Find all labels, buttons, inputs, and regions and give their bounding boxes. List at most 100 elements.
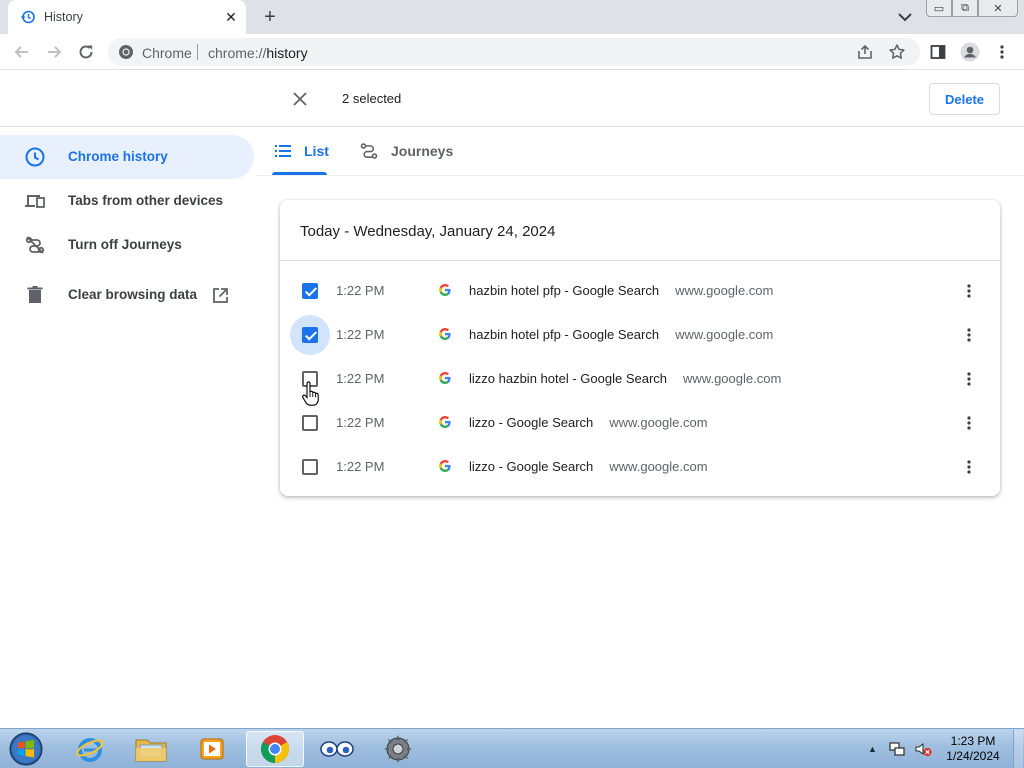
history-entry-link[interactable]: lizzo - Google Search www.google.com — [469, 459, 708, 474]
sidebar-item-chrome-history[interactable]: Chrome history — [0, 135, 254, 179]
selected-count: 2 selected — [342, 91, 402, 106]
entry-title: hazbin hotel pfp - Google Search — [469, 327, 660, 342]
browser-toolbar: Chrome chrome://history — [0, 34, 1024, 70]
card-divider — [280, 260, 1000, 261]
row-actions-button[interactable] — [958, 368, 980, 390]
row-checkbox[interactable] — [302, 415, 318, 431]
sidebar-item-label: Chrome history — [68, 149, 168, 164]
bookmark-star-icon[interactable] — [888, 43, 906, 61]
history-row[interactable]: 1:22 PM hazbin hotel pfp - Google Search… — [280, 313, 1000, 357]
clear-selection-icon[interactable] — [290, 89, 310, 109]
tab-journeys-label: Journeys — [391, 143, 454, 159]
history-entry-link[interactable]: lizzo hazbin hotel - Google Search www.go… — [469, 371, 781, 386]
history-entry-link[interactable]: lizzo - Google Search www.google.com — [469, 415, 708, 430]
google-icon — [439, 459, 451, 473]
new-tab-button[interactable]: + — [258, 6, 282, 28]
omnibox-url[interactable]: chrome://history — [208, 45, 308, 61]
close-tab-icon[interactable]: ✕ — [222, 8, 240, 26]
url-host: history — [266, 45, 308, 61]
system-clock[interactable]: 1:23 PM 1/24/2024 — [942, 734, 1004, 764]
checkbox-wrap[interactable] — [290, 403, 330, 443]
sidebar-item-turn-off-journeys[interactable]: Turn off Journeys — [0, 223, 254, 267]
windows-taskbar: ▲ 1:23 PM 1/24/2024 — [0, 728, 1024, 768]
reload-button[interactable] — [74, 40, 98, 64]
internet-explorer-icon — [76, 738, 104, 762]
window-close-button[interactable]: ✕ — [978, 0, 1018, 17]
history-entry-link[interactable]: hazbin hotel pfp - Google Search www.goog… — [469, 327, 773, 342]
side-panel-button[interactable] — [926, 40, 950, 64]
tab-strip: History ✕ + ▭ ⧉ ✕ — [0, 0, 1024, 34]
url-scheme: chrome:// — [208, 45, 267, 61]
taskbar-chrome[interactable] — [246, 731, 304, 767]
taskbar-settings-app[interactable] — [369, 731, 427, 767]
row-actions-button[interactable] — [958, 324, 980, 346]
selection-toolbar: 2 selected Delete — [0, 71, 1024, 127]
checkbox-wrap[interactable] — [290, 315, 330, 355]
more-vertical-icon — [967, 328, 971, 342]
taskbar-internet-explorer[interactable] — [61, 731, 119, 767]
more-vertical-icon — [1000, 45, 1004, 59]
arrow-left-icon — [14, 46, 28, 58]
more-vertical-icon — [967, 284, 971, 298]
row-checkbox[interactable] — [302, 327, 318, 343]
address-bar[interactable]: Chrome chrome://history — [108, 38, 920, 66]
eyes-icon — [320, 741, 354, 757]
chevron-down-icon[interactable] — [895, 8, 915, 26]
sidebar-item-clear-browsing-data[interactable]: Clear browsing data — [0, 273, 254, 317]
taskbar-eyes-app[interactable] — [308, 731, 366, 767]
arrow-right-icon — [48, 46, 62, 58]
entry-domain: www.google.com — [675, 283, 774, 298]
history-row[interactable]: 1:22 PM lizzo - Google Search www.google.… — [280, 445, 1000, 489]
menu-button[interactable] — [990, 40, 1014, 64]
google-icon — [439, 415, 451, 429]
network-icon[interactable] — [888, 740, 906, 758]
minimize-button[interactable]: ▭ — [926, 0, 952, 17]
restore-button[interactable]: ⧉ — [952, 0, 978, 17]
checkbox-wrap[interactable] — [290, 271, 330, 311]
history-row[interactable]: 1:22 PM lizzo hazbin hotel - Google Sear… — [280, 357, 1000, 401]
taskbar-media-player[interactable] — [183, 731, 241, 767]
more-vertical-icon — [967, 460, 971, 474]
visit-time: 1:22 PM — [336, 459, 385, 474]
row-checkbox[interactable] — [302, 283, 318, 299]
more-vertical-icon — [967, 416, 971, 430]
history-row[interactable]: 1:22 PM hazbin hotel pfp - Google Search… — [280, 269, 1000, 313]
taskbar-file-explorer[interactable] — [122, 731, 180, 767]
tab-title: History — [44, 10, 83, 24]
history-row[interactable]: 1:22 PM lizzo - Google Search www.google.… — [280, 401, 1000, 445]
share-icon[interactable] — [856, 43, 874, 61]
history-entry-link[interactable]: hazbin hotel pfp - Google Search www.goog… — [469, 283, 773, 298]
row-checkbox[interactable] — [302, 459, 318, 475]
row-actions-button[interactable] — [958, 456, 980, 478]
more-vertical-icon — [967, 372, 971, 386]
volume-muted-icon[interactable] — [914, 740, 932, 758]
open-in-new-icon — [213, 288, 228, 303]
browser-tab-history[interactable]: History ✕ — [8, 0, 246, 34]
show-desktop-button[interactable] — [1013, 730, 1023, 768]
side-panel-icon — [930, 45, 946, 59]
checkbox-wrap[interactable] — [290, 447, 330, 487]
clock-date: 1/24/2024 — [946, 749, 1000, 763]
reload-icon — [79, 45, 93, 59]
back-button[interactable] — [10, 40, 34, 64]
entry-title: hazbin hotel pfp - Google Search — [469, 283, 660, 298]
forward-button[interactable] — [42, 40, 66, 64]
hand-cursor-icon — [302, 381, 319, 406]
tab-journeys[interactable]: Journeys — [358, 128, 458, 174]
clock-time: 1:23 PM — [950, 734, 996, 748]
tab-list[interactable]: List — [272, 128, 332, 174]
sidebar-item-tabs-other-devices[interactable]: Tabs from other devices — [0, 179, 254, 223]
entry-domain: www.google.com — [683, 371, 782, 386]
show-hidden-icons-arrow[interactable]: ▲ — [868, 744, 877, 754]
trash-icon — [27, 286, 43, 303]
row-actions-button[interactable] — [958, 280, 980, 302]
start-button[interactable] — [6, 731, 46, 767]
history-icon — [20, 10, 35, 24]
row-actions-button[interactable] — [958, 412, 980, 434]
delete-button[interactable]: Delete — [929, 83, 1000, 115]
profile-button[interactable] — [958, 40, 982, 64]
entry-title: lizzo - Google Search — [469, 459, 594, 474]
chrome-app-icon — [261, 735, 289, 763]
entry-title: lizzo - Google Search — [469, 415, 594, 430]
visit-time: 1:22 PM — [336, 283, 385, 298]
